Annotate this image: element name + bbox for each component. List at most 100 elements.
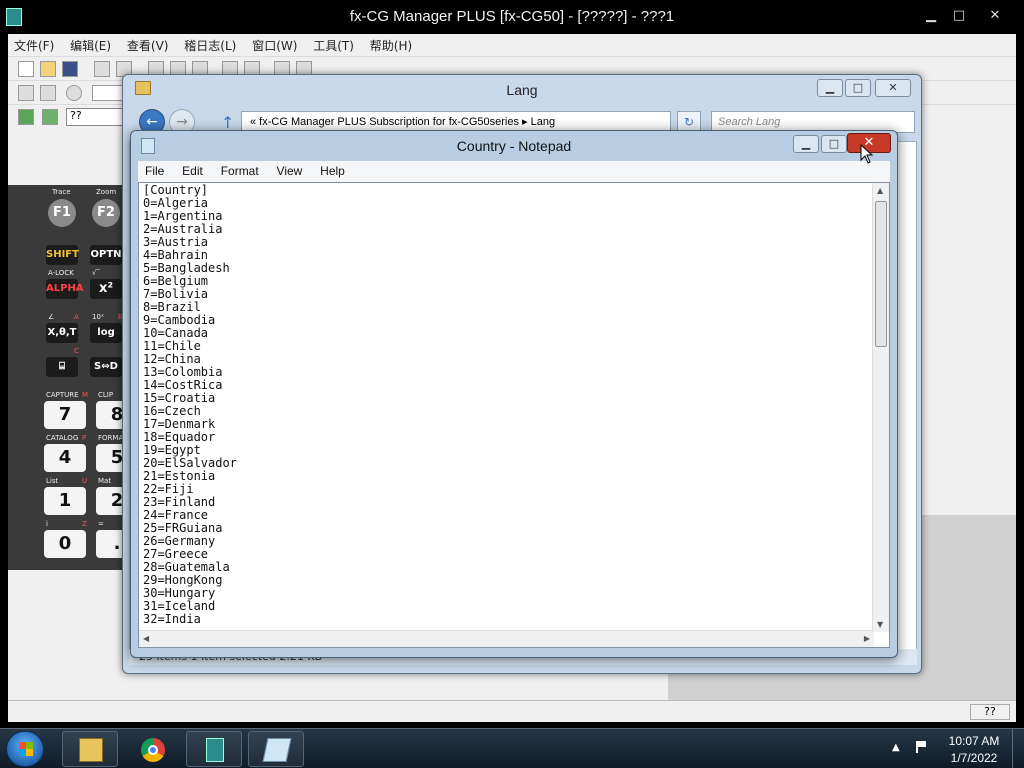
text-line: 1=Argentina xyxy=(143,209,223,223)
text-line: 15=Croatia xyxy=(143,391,216,405)
scrollbar-thumb[interactable] xyxy=(875,201,887,347)
app-title-bar: fx-CG Manager PLUS [fx-CG50] - [?????] -… xyxy=(0,0,1024,34)
app-menu-log[interactable]: 稽日志(L) xyxy=(178,34,242,57)
key-x-squared[interactable]: x² xyxy=(90,279,122,299)
app-menu-edit[interactable]: 编辑(E) xyxy=(64,34,117,57)
text-line: 0=Algeria xyxy=(143,196,209,210)
text-line: 13=Colombia xyxy=(143,365,223,379)
mat-label: Mat xyxy=(98,477,112,485)
clock-time[interactable]: 10:07 AM xyxy=(944,734,1004,748)
catalog-label: CATALOG xyxy=(46,434,79,442)
app-menubar: 文件(F) 编辑(E) 查看(V) 稽日志(L) 窗口(W) 工具(T) 帮助(… xyxy=(8,34,1016,56)
save-icon[interactable] xyxy=(62,61,78,77)
app-status-bar: ?? xyxy=(8,700,1016,722)
key-shift[interactable]: SHIFT xyxy=(46,245,79,265)
i-label: i xyxy=(46,520,48,528)
open-folder-icon[interactable] xyxy=(40,61,56,77)
app-menu-window[interactable]: 窗口(W) xyxy=(246,34,303,57)
capture-icon[interactable] xyxy=(40,85,56,101)
show-desktop-button[interactable] xyxy=(1012,729,1024,768)
notepad-maximize-button[interactable]: □ xyxy=(821,135,847,153)
print-icon[interactable] xyxy=(94,61,110,77)
action-center-flag-icon[interactable] xyxy=(916,741,928,753)
notepad-menu-view[interactable]: View xyxy=(270,161,310,181)
notepad-menu-edit[interactable]: Edit xyxy=(175,161,210,181)
vertical-scrollbar[interactable]: ▲ ▼ xyxy=(872,183,889,632)
clock-date[interactable]: 1/7/2022 xyxy=(944,751,1004,765)
alock-label: A-LOCK xyxy=(48,269,74,277)
screen-capture-icon[interactable] xyxy=(18,109,34,125)
text-line: 21=Estonia xyxy=(143,469,216,483)
text-line: 24=France xyxy=(143,508,209,522)
text-line: 11=Chile xyxy=(143,339,201,353)
scroll-up-arrow-icon[interactable]: ▲ xyxy=(877,186,883,195)
new-file-icon[interactable] xyxy=(18,61,34,77)
notepad-menu-file[interactable]: File xyxy=(138,161,171,181)
text-line: 20=ElSalvador xyxy=(143,456,237,470)
notepad-window: Country - Notepad ▁ □ ✕ File Edit Format… xyxy=(130,130,898,658)
text-line: 3=Austria xyxy=(143,235,209,249)
app-close-button[interactable]: ✕ xyxy=(980,6,1010,26)
key-xthetat[interactable]: X,θ,T xyxy=(46,323,78,343)
scroll-down-arrow-icon[interactable]: ▼ xyxy=(877,620,883,629)
key-4[interactable]: 4 xyxy=(44,444,86,472)
key-optn[interactable]: OPTN xyxy=(90,245,122,265)
key-0[interactable]: 0 xyxy=(44,530,86,558)
explorer-icon xyxy=(79,738,103,762)
pause-icon[interactable] xyxy=(66,85,82,101)
notepad-text-area[interactable]: [Country] 0=Algeria 1=Argentina 2=Australia… xyxy=(138,182,890,648)
app-menu-help[interactable]: 帮助(H) xyxy=(364,34,418,57)
show-hidden-icons-icon[interactable]: ▲ xyxy=(892,742,900,753)
key-f1[interactable]: F1 xyxy=(48,199,76,227)
text-line: 26=Germany xyxy=(143,534,216,548)
start-button[interactable] xyxy=(6,731,44,767)
key-s-to-d[interactable]: S⇔D xyxy=(90,357,122,377)
text-line: 9=Cambodia xyxy=(143,313,216,327)
scroll-right-arrow-icon[interactable]: ▶ xyxy=(864,634,870,643)
text-line: 23=Finland xyxy=(143,495,216,509)
z-label: Z xyxy=(82,520,87,528)
explorer-maximize-button[interactable]: □ xyxy=(845,79,871,97)
notepad-icon xyxy=(262,738,292,762)
zoom-label: Zoom xyxy=(96,188,117,196)
p-label: P xyxy=(82,434,87,442)
edit-icon[interactable] xyxy=(18,85,34,101)
app-menu-tools[interactable]: 工具(T) xyxy=(307,34,360,57)
text-line: 16=Czech xyxy=(143,404,201,418)
app-maximize-button[interactable]: □ xyxy=(944,6,974,26)
taskbar-chrome[interactable] xyxy=(124,731,180,767)
text-line: 18=Equador xyxy=(143,430,216,444)
app-menu-view[interactable]: 查看(V) xyxy=(121,34,175,57)
taskbar-notepad[interactable] xyxy=(248,731,304,767)
text-line: 6=Belgium xyxy=(143,274,209,288)
text-line: 7=Bolivia xyxy=(143,287,209,301)
add-screen-icon[interactable] xyxy=(42,109,58,125)
text-line: 4=Bahrain xyxy=(143,248,209,262)
key-fraction[interactable]: ⌸ xyxy=(46,357,78,377)
explorer-close-button[interactable]: ✕ xyxy=(875,79,911,97)
text-line: 31=Iceland xyxy=(143,599,216,613)
text-line: 27=Greece xyxy=(143,547,209,561)
notepad-text-content: [Country] 0=Algeria 1=Argentina 2=Australia… xyxy=(143,184,871,628)
key-f2[interactable]: F2 xyxy=(92,199,120,227)
horizontal-scrollbar[interactable]: ◀ ▶ xyxy=(139,630,874,647)
key-1[interactable]: 1 xyxy=(44,487,86,515)
app-minimize-button[interactable]: ▁ xyxy=(916,6,946,26)
explorer-title-bar: Lang ▁ □ ✕ xyxy=(123,75,921,105)
scroll-left-arrow-icon[interactable]: ◀ xyxy=(143,634,149,643)
notepad-minimize-button[interactable]: ▁ xyxy=(793,135,819,153)
text-line: 14=CostRica xyxy=(143,378,223,392)
notepad-menu-help[interactable]: Help xyxy=(313,161,352,181)
explorer-minimize-button[interactable]: ▁ xyxy=(817,79,843,97)
calculator-icon xyxy=(206,738,224,762)
app-menu-file[interactable]: 文件(F) xyxy=(8,34,60,57)
calculator-keypad: Trace Zoom F1 F2 SHIFT OPTN A-LOCK √‾ AL… xyxy=(8,185,138,570)
text-line: 28=Guatemala xyxy=(143,560,230,574)
notepad-menu-format[interactable]: Format xyxy=(214,161,266,181)
text-line: 5=Bangladesh xyxy=(143,261,230,275)
key-7[interactable]: 7 xyxy=(44,401,86,429)
key-log[interactable]: log xyxy=(90,323,122,343)
taskbar-fx-cg-manager[interactable] xyxy=(186,731,242,767)
key-alpha[interactable]: ALPHA xyxy=(46,279,84,299)
taskbar-explorer[interactable] xyxy=(62,731,118,767)
